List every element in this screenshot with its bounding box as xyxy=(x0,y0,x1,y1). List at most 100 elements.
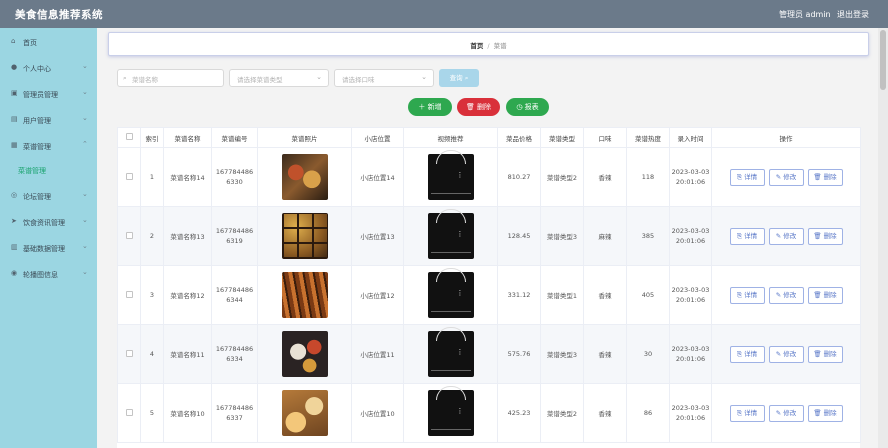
search-button[interactable]: 查询 ⌕ xyxy=(439,69,479,87)
sidebar-item-base-data[interactable]: ▥ 基础数据管理 ⌄ xyxy=(0,239,97,257)
taste-select[interactable]: 请选择口味 ⌄ xyxy=(334,69,434,87)
row-delete-button[interactable]: 🗑 删除 xyxy=(807,286,843,304)
sidebar-item-label: 首页 xyxy=(23,39,37,47)
video-thumbnail[interactable]: ⋮ xyxy=(427,268,474,318)
edit-button[interactable]: ✎ 修改 xyxy=(768,345,804,363)
sidebar-item-admins[interactable]: ▣ 管理员管理 ⌄ xyxy=(0,85,97,103)
cell-code: 167784486 6319 xyxy=(211,206,258,266)
scrollbar-thumb[interactable] xyxy=(880,30,886,90)
cell-location: 小店位置12 xyxy=(351,265,404,325)
row-checkbox[interactable] xyxy=(125,349,133,357)
select-all-checkbox-cell[interactable] xyxy=(117,127,141,148)
column-header: 菜品价格 xyxy=(497,127,541,148)
logout-link[interactable]: 退出登录 xyxy=(837,9,869,20)
video-progress-bar xyxy=(430,429,471,430)
cell-actions: ⎘ 详情 ✎ 修改 🗑 删除 xyxy=(711,324,861,384)
cell-price: 331.12 xyxy=(497,265,541,325)
detail-button[interactable]: ⎘ 详情 xyxy=(729,345,765,363)
edit-button[interactable]: ✎ 修改 xyxy=(768,286,804,304)
row-delete-button[interactable]: 🗑 删除 xyxy=(807,345,843,363)
recipe-name-input[interactable]: ⌕ 菜谱名称 xyxy=(117,69,224,87)
delete-button[interactable]: 🗑 删除 xyxy=(457,98,500,116)
admin-label: 管理员 admin xyxy=(779,10,831,19)
video-thumbnail[interactable]: ⋮ xyxy=(427,150,474,200)
row-checkbox-cell[interactable] xyxy=(117,383,141,443)
code-part-a: 167784486 xyxy=(215,404,254,412)
recipe-photo[interactable] xyxy=(281,390,328,436)
sidebar-item-recipes[interactable]: ▦ 菜谱管理 ⌃ xyxy=(0,137,97,155)
recipe-photo[interactable] xyxy=(281,154,328,200)
video-progress-bar xyxy=(430,370,471,371)
row-checkbox-cell[interactable] xyxy=(117,147,141,207)
scrollbar[interactable] xyxy=(878,28,888,448)
sidebar-item-forum[interactable]: ◎ 论坛管理 ⌄ xyxy=(0,187,97,205)
row-checkbox-cell[interactable] xyxy=(117,265,141,325)
detail-button[interactable]: ⎘ 详情 xyxy=(729,168,765,186)
sidebar-item-profile[interactable]: ● 个人中心 ⌄ xyxy=(0,59,97,77)
chevron-down-icon: ⌄ xyxy=(82,242,88,250)
cell-location: 小店位置10 xyxy=(351,383,404,443)
sidebar-item-news[interactable]: ➤ 饮食资讯管理 ⌄ xyxy=(0,213,97,231)
video-thumbnail[interactable]: ⋮ xyxy=(427,386,474,436)
cell-code: 167784486 6330 xyxy=(211,147,258,207)
edit-button[interactable]: ✎ 修改 xyxy=(768,168,804,186)
more-options-icon[interactable]: ⋮ xyxy=(457,231,464,238)
video-thumbnail[interactable]: ⋮ xyxy=(427,209,474,259)
sidebar-item-carousel[interactable]: ◉ 轮播图信息 ⌄ xyxy=(0,265,97,283)
detail-button[interactable]: ⎘ 详情 xyxy=(729,286,765,304)
sidebar-item-label: 论坛管理 xyxy=(23,193,51,201)
submenu-recipe-management[interactable]: 菜谱管理 xyxy=(18,166,46,176)
cell-index: 3 xyxy=(140,265,164,325)
code-part-a: 167784486 xyxy=(215,227,254,235)
entry-date: 2023-03-03 xyxy=(671,168,710,176)
row-checkbox-cell[interactable] xyxy=(117,206,141,266)
detail-button[interactable]: ⎘ 详情 xyxy=(729,404,765,422)
cell-actions: ⎘ 详情 ✎ 修改 🗑 删除 xyxy=(711,265,861,325)
detail-button[interactable]: ⎘ 详情 xyxy=(729,227,765,245)
row-checkbox[interactable] xyxy=(125,290,133,298)
more-options-icon[interactable]: ⋮ xyxy=(457,408,464,415)
report-button[interactable]: ◷ 报表 xyxy=(506,98,549,116)
select-all-checkbox[interactable] xyxy=(125,133,133,140)
sidebar-item-label: 菜谱管理 xyxy=(23,143,51,151)
code-part-b: 6319 xyxy=(226,237,243,245)
cell-name: 菜谱名称11 xyxy=(163,324,212,384)
add-button[interactable]: ＋ 新增 xyxy=(408,98,452,116)
cell-heat: 405 xyxy=(626,265,670,325)
edit-button[interactable]: ✎ 修改 xyxy=(768,227,804,245)
edit-button[interactable]: ✎ 修改 xyxy=(768,404,804,422)
sidebar-item-users[interactable]: ▤ 用户管理 ⌄ xyxy=(0,111,97,129)
row-checkbox[interactable] xyxy=(125,172,133,180)
cell-taste: 麻辣 xyxy=(583,206,627,266)
recipe-photo[interactable] xyxy=(281,272,328,318)
sidebar-item-home[interactable]: ⌂ 首页 xyxy=(0,33,97,51)
row-checkbox[interactable] xyxy=(125,231,133,239)
cell-photo xyxy=(257,206,352,266)
chevron-down-icon: ⌄ xyxy=(82,88,88,96)
more-options-icon[interactable]: ⋮ xyxy=(457,172,464,179)
breadcrumb-home[interactable]: 首页 xyxy=(470,42,483,50)
recipe-photo[interactable] xyxy=(281,331,328,377)
row-delete-button[interactable]: 🗑 删除 xyxy=(807,168,843,186)
more-options-icon[interactable]: ⋮ xyxy=(457,349,464,356)
row-checkbox[interactable] xyxy=(125,408,133,416)
recipe-table: 索引 菜谱名称 菜谱编号 菜谱照片 小店位置 视频推荐 菜品价格 菜谱类型 口味… xyxy=(117,127,861,448)
column-header: 菜谱名称 xyxy=(163,127,212,148)
row-delete-button[interactable]: 🗑 删除 xyxy=(807,404,843,422)
cell-video: ⋮ xyxy=(403,206,498,266)
row-delete-button[interactable]: 🗑 删除 xyxy=(807,227,843,245)
more-options-icon[interactable]: ⋮ xyxy=(457,290,464,297)
sidebar-item-label: 管理员管理 xyxy=(23,91,58,99)
cell-photo xyxy=(257,265,352,325)
cell-taste: 香辣 xyxy=(583,324,627,384)
video-progress-bar xyxy=(430,252,471,253)
search-icon: ⌕ xyxy=(123,74,127,82)
video-thumbnail[interactable]: ⋮ xyxy=(427,327,474,377)
code-part-b: 6337 xyxy=(226,414,243,422)
cell-taste: 香辣 xyxy=(583,383,627,443)
row-checkbox-cell[interactable] xyxy=(117,324,141,384)
recipe-type-select[interactable]: 请选择菜谱类型 ⌄ xyxy=(229,69,329,87)
cell-actions: ⎘ 详情 ✎ 修改 🗑 删除 xyxy=(711,147,861,207)
recipe-photo[interactable] xyxy=(281,213,328,259)
cell-location: 小店位置11 xyxy=(351,324,404,384)
